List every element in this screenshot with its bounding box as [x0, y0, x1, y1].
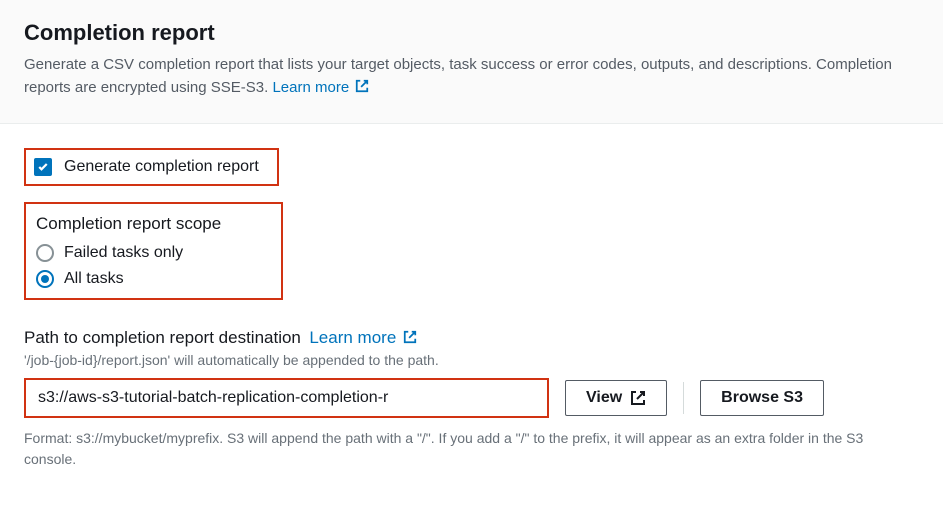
destination-field: Path to completion report destination Le… [24, 328, 919, 470]
radio-all[interactable] [36, 270, 54, 288]
page-description: Generate a CSV completion report that li… [24, 54, 919, 99]
external-link-icon [355, 79, 369, 93]
destination-label: Path to completion report destination [24, 328, 301, 347]
radio-all-label: All tasks [64, 270, 124, 288]
description-text: Generate a CSV completion report that li… [24, 56, 892, 96]
scope-title: Completion report scope [36, 214, 221, 234]
page-title: Completion report [24, 20, 919, 46]
destination-learn-more-label: Learn more [309, 328, 396, 347]
scope-group: Completion report scope Failed tasks onl… [24, 202, 283, 300]
content-section: Generate completion report Completion re… [0, 124, 943, 494]
vertical-divider [683, 382, 684, 414]
destination-input[interactable] [24, 378, 549, 418]
scope-option-failed[interactable]: Failed tasks only [36, 244, 221, 262]
scope-option-all[interactable]: All tasks [36, 270, 221, 288]
learn-more-label: Learn more [272, 79, 349, 96]
generate-report-label: Generate completion report [64, 158, 259, 176]
browse-s3-button[interactable]: Browse S3 [700, 380, 824, 416]
destination-hint: '/job-{job-id}/report.json' will automat… [24, 352, 919, 368]
generate-report-checkbox-row[interactable]: Generate completion report [34, 158, 259, 176]
checkmark-icon [37, 161, 49, 173]
browse-s3-label: Browse S3 [721, 389, 803, 407]
destination-format-hint: Format: s3://mybucket/myprefix. S3 will … [24, 428, 919, 470]
view-button-label: View [586, 389, 622, 407]
external-link-icon [630, 390, 646, 406]
view-button[interactable]: View [565, 380, 667, 416]
radio-failed[interactable] [36, 244, 54, 262]
header-section: Completion report Generate a CSV complet… [0, 0, 943, 124]
destination-input-row: View Browse S3 [24, 378, 919, 418]
destination-learn-more-link[interactable]: Learn more [309, 328, 417, 347]
generate-report-checkbox[interactable] [34, 158, 52, 176]
external-link-icon [403, 330, 417, 344]
generate-report-group: Generate completion report [24, 148, 279, 186]
radio-failed-label: Failed tasks only [64, 244, 183, 262]
learn-more-link[interactable]: Learn more [272, 79, 369, 96]
